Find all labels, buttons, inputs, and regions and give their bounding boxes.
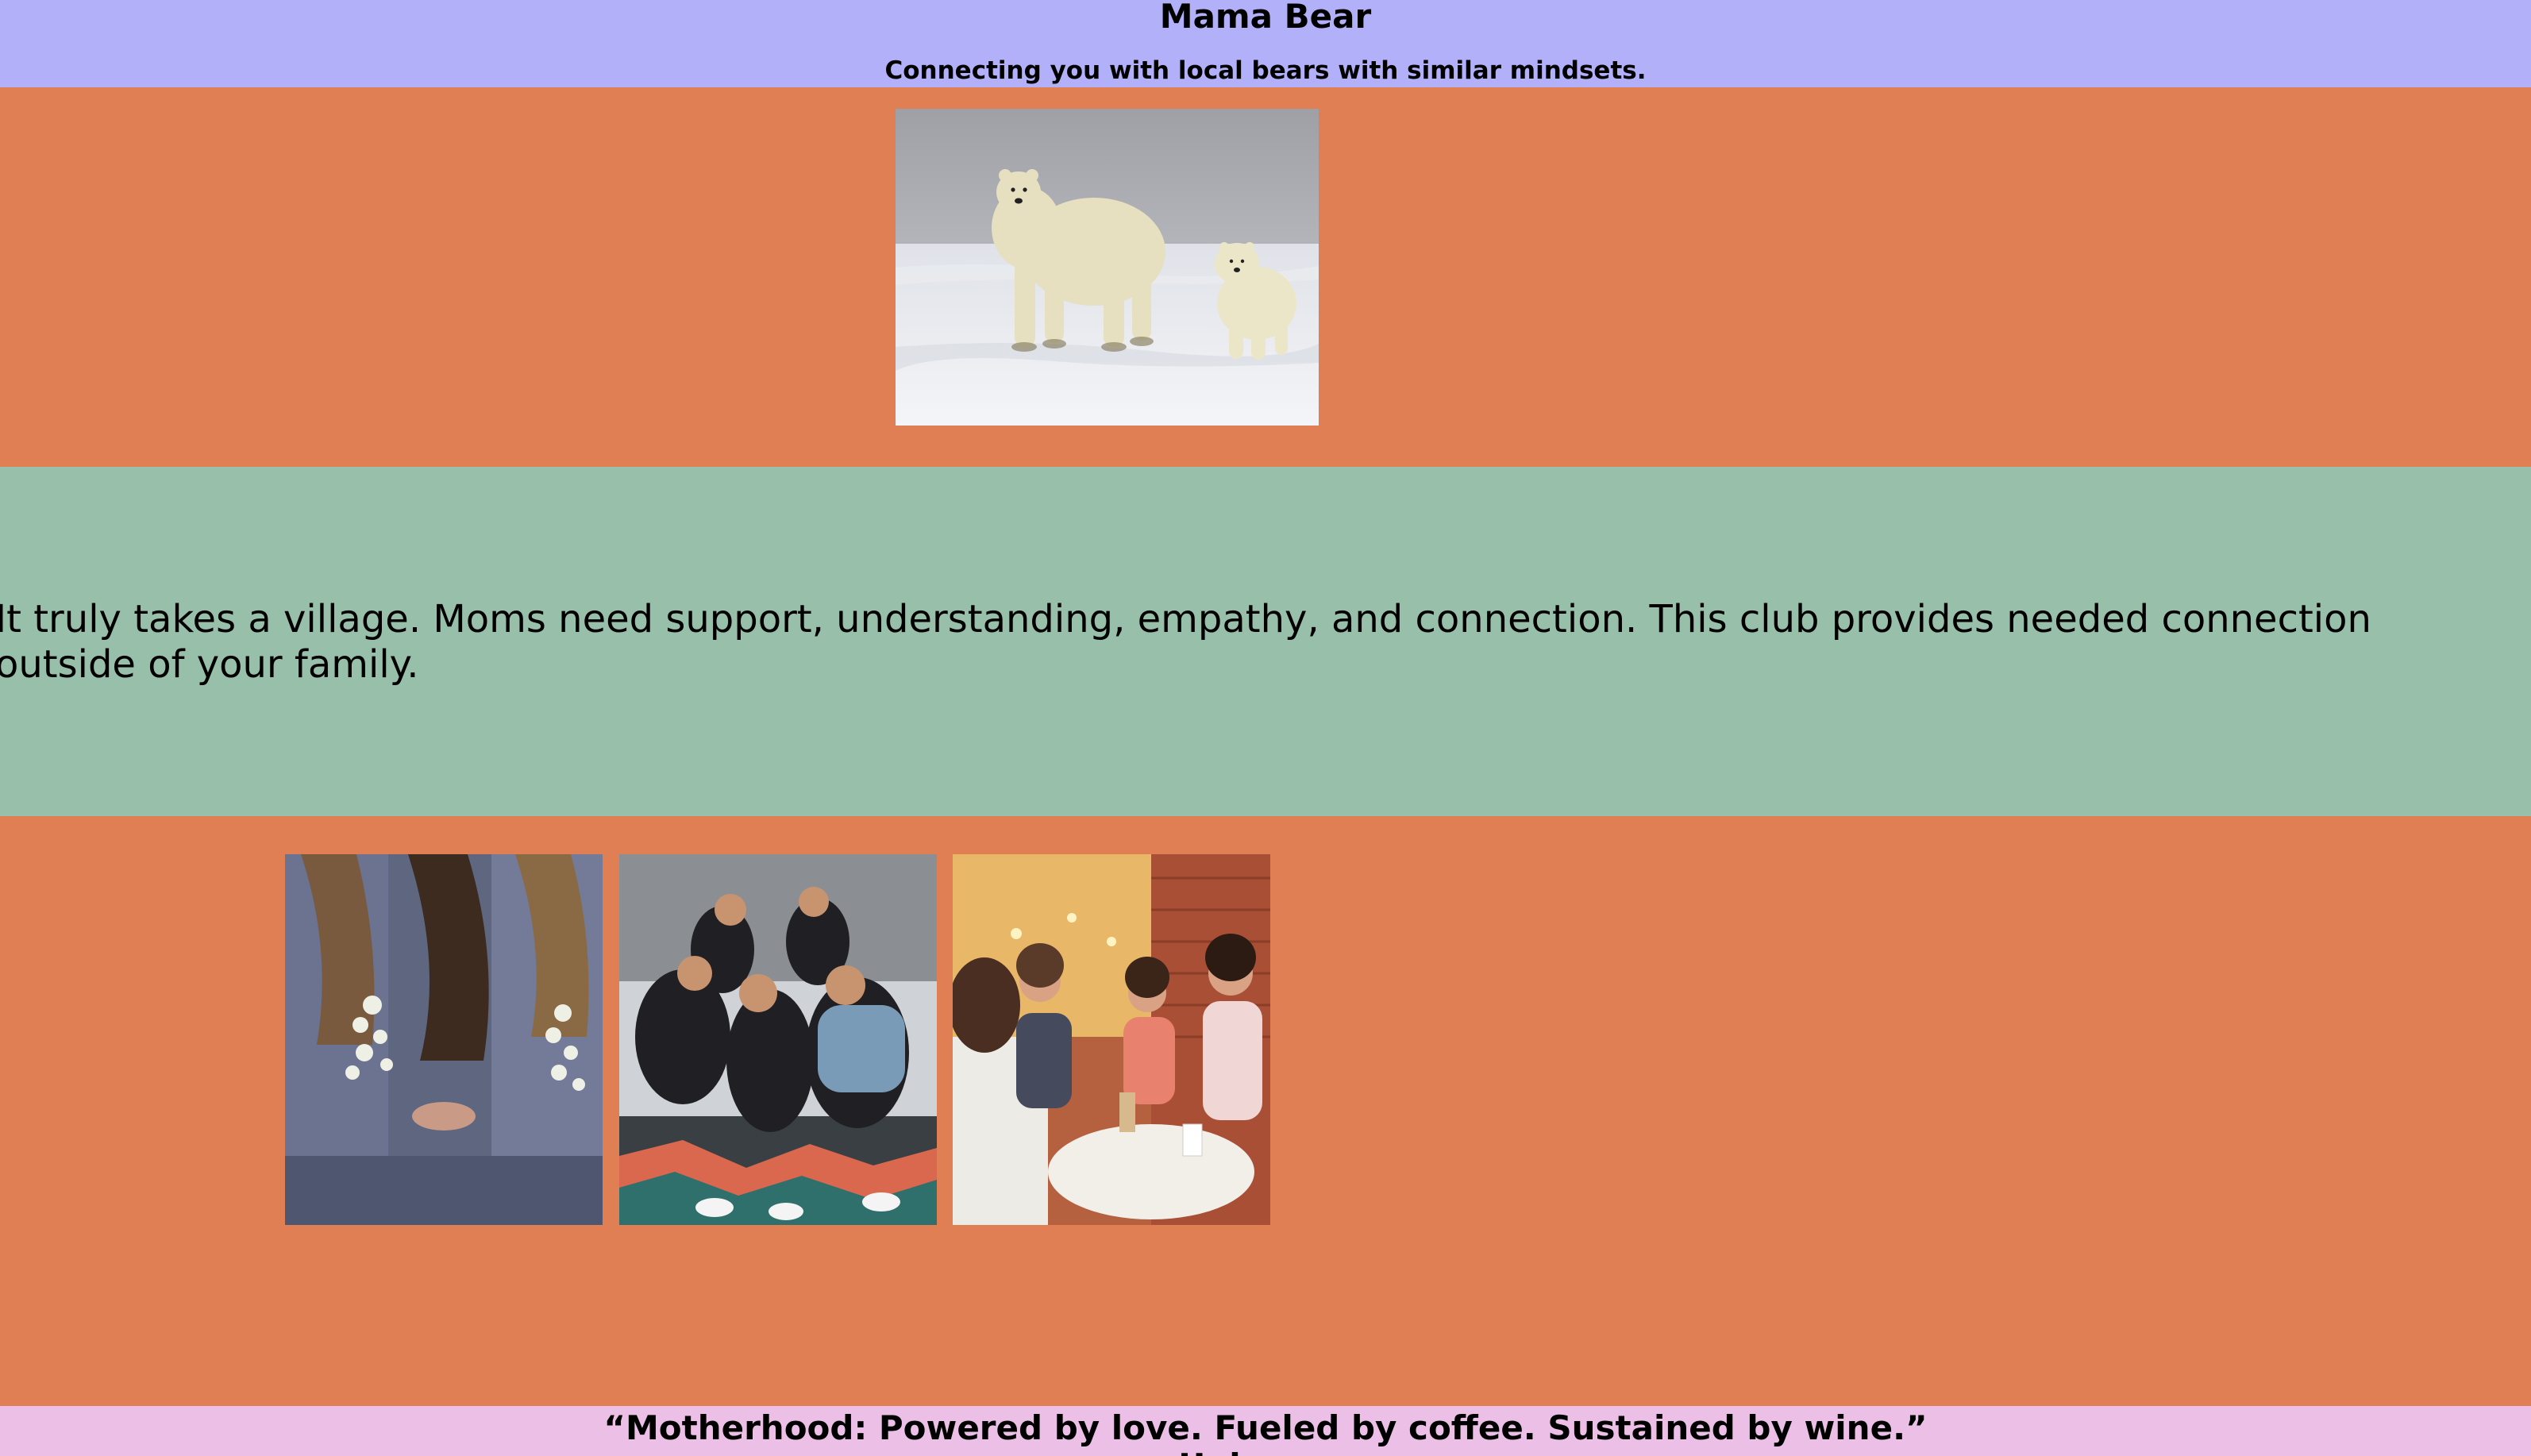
women-in-denim-photo <box>285 854 603 1225</box>
hero-section <box>0 87 2531 467</box>
footer-quote-author: Unknown <box>0 1444 2531 1456</box>
friends-on-stairs-photo <box>619 854 937 1225</box>
site-title: Mama Bear <box>1159 0 1372 36</box>
mission-statement: It truly takes a village. Moms need supp… <box>0 597 2371 687</box>
mission-section: It truly takes a village. Moms need supp… <box>0 467 2531 816</box>
women-at-cafe-photo <box>953 854 1270 1225</box>
gallery-section <box>0 816 2531 1406</box>
site-header: Mama Bear Connecting you with local bear… <box>0 0 2531 87</box>
polar-bear-photo <box>896 109 1319 426</box>
site-tagline: Connecting you with local bears with sim… <box>884 56 1647 85</box>
site-footer: “Motherhood: Powered by love. Fueled by … <box>0 1406 2531 1456</box>
